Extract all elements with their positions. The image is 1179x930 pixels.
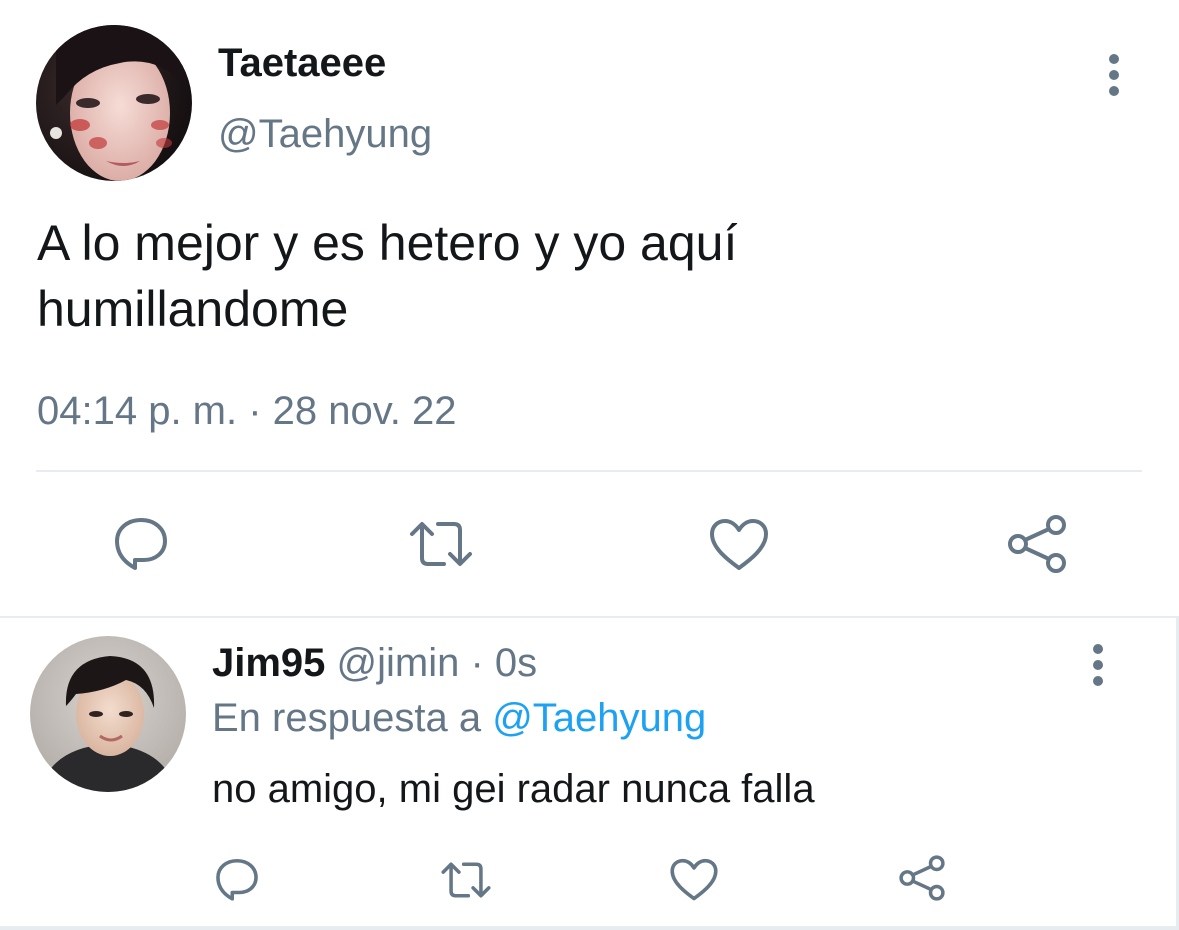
reply-icon[interactable] [214,856,260,902]
in-reply-to: En respuesta a @Taehyung [212,694,706,742]
like-icon[interactable] [708,518,770,572]
tweet-timestamp: 04:14 p. m. · 28 nov. 22 [37,389,457,433]
in-reply-to-label: En respuesta a [212,696,493,740]
avatar[interactable] [30,636,186,792]
retweet-icon[interactable] [440,858,492,902]
reply-icon[interactable] [112,514,170,572]
divider [0,616,1179,618]
display-name[interactable]: Taetaeee [218,40,386,86]
retweet-icon[interactable] [408,516,474,572]
mention-link[interactable]: @Taehyung [492,696,706,740]
reply-header: Jim95 @jimin · 0s [212,640,537,686]
more-icon[interactable] [1084,642,1112,688]
reply-text: no amigo, mi gei radar nunca falla [212,767,815,811]
tweet-text-line: humillandome [37,281,349,337]
avatar[interactable] [36,25,192,181]
share-icon[interactable] [1006,514,1068,574]
tweet-text-line: A lo mejor y es hetero y yo aquí [37,215,738,271]
divider [0,926,1179,930]
more-icon[interactable] [1100,52,1128,98]
like-icon[interactable] [669,858,719,902]
divider [36,470,1142,472]
tweet-detail-screen: Taetaeee @Taehyung A lo mejor y es heter… [0,0,1179,930]
user-handle-and-time[interactable]: @jimin · 0s [325,641,538,685]
user-handle[interactable]: @Taehyung [218,110,432,158]
tweet-text: A lo mejor y es hetero y yo aquí humilla… [37,210,1137,342]
share-icon[interactable] [898,854,946,902]
display-name[interactable]: Jim95 [212,641,325,685]
main-tweet: Taetaeee @Taehyung A lo mejor y es heter… [0,0,1179,618]
